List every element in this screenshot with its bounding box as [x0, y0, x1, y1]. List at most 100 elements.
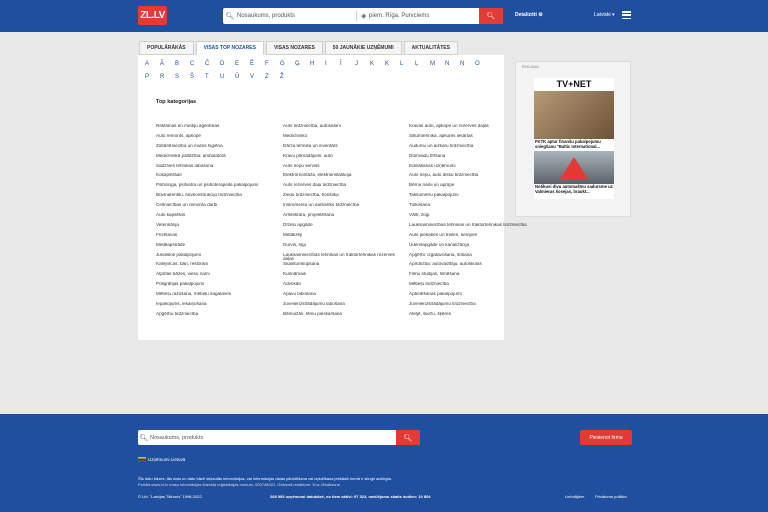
- lithuania-link[interactable]: Uzņēmumi Lietuvā: [148, 457, 185, 462]
- category-link[interactable]: Ēdināšanas uzņēmumi: [409, 164, 527, 174]
- footer-link-privacy[interactable]: Privātuma politika: [595, 494, 627, 499]
- category-link[interactable]: Apbedīšanas pakalpojumi: [409, 292, 527, 302]
- ad-caption-1[interactable]: FKTK aptur finanšu pakalpojumu sniegšanu…: [534, 139, 614, 151]
- alphabet-letter[interactable]: A: [145, 61, 160, 74]
- alphabet-letter[interactable]: Ū: [235, 74, 250, 87]
- category-link[interactable]: Psihologa, psihiatra un psihoterapeita p…: [156, 183, 274, 193]
- alphabet-letter[interactable]: S: [175, 74, 190, 87]
- alphabet-letter[interactable]: G: [280, 61, 295, 74]
- category-link[interactable]: Kurināmais: [283, 272, 401, 282]
- location-input[interactable]: piem. Rīga, Purvciems: [369, 13, 479, 19]
- alphabet-letter[interactable]: C: [190, 61, 205, 74]
- category-link[interactable]: Auto tirdzniecība, autosaloni: [283, 124, 401, 134]
- category-link[interactable]: Auto piekabes un treileri, kemperi: [409, 233, 527, 243]
- footer-search-button[interactable]: 🔍︎: [396, 430, 420, 445]
- category-link[interactable]: Auto rezerves daļu tirdzniecība: [283, 183, 401, 193]
- category-link[interactable]: Auto riepu, auto disku tirdzniecība: [409, 173, 527, 183]
- alphabet-letter[interactable]: O: [475, 61, 490, 74]
- alphabet-letter[interactable]: H: [310, 61, 325, 74]
- category-link[interactable]: Advokāti: [283, 282, 401, 292]
- alphabet-letter[interactable]: Ņ: [460, 61, 475, 74]
- alphabet-letter[interactable]: M: [430, 61, 445, 74]
- category-link[interactable]: Siltumtehnika, apkures iekārtas: [409, 134, 527, 144]
- alphabet-letter[interactable]: L: [400, 61, 415, 74]
- category-link[interactable]: Apģērbi: izgatavošana, šūšana: [409, 253, 527, 263]
- category-link[interactable]: Metālizēji: [283, 233, 401, 243]
- alphabet-letter[interactable]: Ē: [250, 61, 265, 74]
- tab-all[interactable]: VISAS NOZARES: [265, 41, 323, 55]
- advanced-search-link[interactable]: Detalizēti ⚙: [515, 12, 543, 18]
- alphabet-letter[interactable]: Ī: [340, 61, 355, 74]
- alphabet-letter[interactable]: Ļ: [415, 61, 430, 74]
- alphabet-letter[interactable]: D: [220, 61, 235, 74]
- category-link[interactable]: Skaistumkopšana: [283, 262, 401, 272]
- category-link[interactable]: Kafejnīcas, bāri, restorāni: [156, 262, 274, 272]
- category-link[interactable]: Juvelierizstrādājumu labošana: [283, 302, 401, 312]
- category-link[interactable]: Dīzeļu apgāde: [283, 223, 401, 233]
- category-link[interactable]: Lauksaimniecības tehnikas un traktortehn…: [283, 253, 401, 263]
- category-link[interactable]: Filmu studijas, filmēšana: [409, 272, 527, 282]
- category-link[interactable]: Metālapstrāde: [156, 243, 274, 253]
- category-link[interactable]: Atpūtas bāzes, viesu nami: [156, 272, 274, 282]
- alphabet-letter[interactable]: Ž: [280, 74, 295, 87]
- category-link[interactable]: Auto riepu serviss: [283, 164, 401, 174]
- category-link[interactable]: Taksometru pakalpojumi: [409, 193, 527, 203]
- category-link[interactable]: Elektromontāža, elektroinstalācija: [283, 173, 401, 183]
- alphabet-letter[interactable]: R: [160, 74, 175, 87]
- category-link[interactable]: Juridiskie pakalpojumi: [156, 253, 274, 263]
- category-link[interactable]: Celtniecības un remonta darbi: [156, 203, 274, 213]
- alphabet-letter[interactable]: Ā: [160, 61, 175, 74]
- alphabet-letter[interactable]: E: [235, 61, 250, 74]
- category-link[interactable]: Kravu pārvadājumi: auto: [283, 154, 401, 164]
- category-link[interactable]: Ziedu tirdzniecība, floristika: [283, 193, 401, 203]
- category-link[interactable]: Auto kapsētas: [156, 213, 274, 223]
- add-company-button[interactable]: Pievienot firmu: [580, 430, 632, 445]
- category-link[interactable]: Būvmateriālu, būvkonstrukciju tirdzniecī…: [156, 193, 274, 203]
- alphabet-letter[interactable]: K: [370, 61, 385, 74]
- tab-news[interactable]: AKTUALITĀTES: [403, 41, 458, 55]
- category-link[interactable]: Ateljē, sliežu, šķēres: [409, 312, 527, 322]
- category-link[interactable]: Bēmuižāri, lēmu pieskaršana: [283, 312, 401, 322]
- alphabet-letter[interactable]: T: [205, 74, 220, 87]
- category-link[interactable]: Dūmvadu tīrīšana: [409, 154, 527, 164]
- alphabet-letter[interactable]: V: [250, 74, 265, 87]
- category-link[interactable]: Ūdensapgāde un kanalizācija: [409, 243, 527, 253]
- category-link[interactable]: Poligrāfijas pakalpojumi: [156, 282, 274, 292]
- category-link[interactable]: Lauksaimniecības tehnikas un traktortehn…: [409, 223, 527, 233]
- category-link[interactable]: Sadzīves tehnikas labošana: [156, 164, 274, 174]
- alphabet-letter[interactable]: I: [325, 61, 340, 74]
- language-select[interactable]: Latviski ▾: [594, 12, 615, 18]
- category-link[interactable]: Instrumentu un darbarīku tirdzniecība: [283, 203, 401, 213]
- category-link[interactable]: Audumu un aizkaru tirdzniecība: [409, 144, 527, 154]
- category-link[interactable]: Kravas auto, apkope un rezerves daļas: [409, 124, 527, 134]
- alphabet-letter[interactable]: Ķ: [385, 61, 400, 74]
- ad-caption-2[interactable]: Notikusi divu automašīnu sadursme uz Val…: [534, 184, 614, 196]
- site-logo[interactable]: ZL.LV: [138, 6, 167, 25]
- alphabet-letter[interactable]: B: [175, 61, 190, 74]
- tab-popular[interactable]: POPULĀRĀKĀS: [139, 41, 194, 55]
- ad-card[interactable]: TV+NET FKTK aptur finanšu pakalpojumu sn…: [534, 78, 614, 199]
- category-link[interactable]: Arhitektūra, projektēšana: [283, 213, 401, 223]
- category-link[interactable]: Mēbeļu ražošana, mēbeļu sagataves: [156, 292, 274, 302]
- category-link[interactable]: Medicīniskā palīdzība: ambulatorā: [156, 154, 274, 164]
- category-link[interactable]: Vārti, žogi: [409, 213, 527, 223]
- alphabet-letter[interactable]: Š: [190, 74, 205, 87]
- category-link[interactable]: Apmācība: autovadītāju, autoskolas: [409, 262, 527, 272]
- tab-newest[interactable]: 50 JAUNĀKIE UZŅĒMUMI: [324, 41, 402, 55]
- category-link[interactable]: Zobārstniecība un mutes higiēna: [156, 144, 274, 154]
- category-link[interactable]: Dārza tehnika un inventārs: [283, 144, 401, 154]
- category-link[interactable]: Juvelierizstrādājumu tirdzniecība: [409, 302, 527, 312]
- alphabet-letter[interactable]: Č: [205, 61, 220, 74]
- alphabet-letter[interactable]: J: [355, 61, 370, 74]
- alphabet-letter[interactable]: Z: [265, 74, 280, 87]
- category-link[interactable]: Mēbeļu tirdzniecība: [409, 282, 527, 292]
- category-link[interactable]: Tulkošana: [409, 203, 527, 213]
- category-link[interactable]: Iepakojums, iesaiņošana: [156, 302, 274, 312]
- footer-link-users[interactable]: Lietotājiem: [565, 494, 584, 499]
- alphabet-letter[interactable]: F: [265, 61, 280, 74]
- category-link[interactable]: Reklāmas un mediju aģentūras: [156, 124, 274, 134]
- category-link[interactable]: Kokapstrāde: [156, 173, 274, 183]
- category-link[interactable]: Auto remonts, apkope: [156, 134, 274, 144]
- footer-search-input[interactable]: Nosaukums, produkts: [150, 435, 203, 441]
- category-link[interactable]: Apavu labošana: [283, 292, 401, 302]
